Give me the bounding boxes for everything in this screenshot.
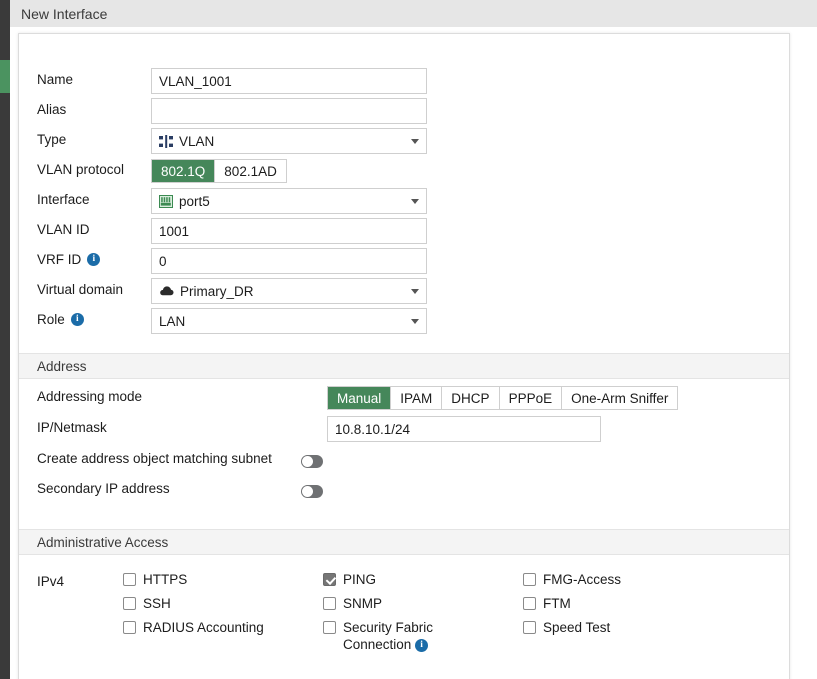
role-label-text: Role [37,312,65,327]
vlan-icon [159,134,173,148]
page-title: New Interface [21,5,108,22]
checkbox-label: SSH [143,596,171,611]
admin-access-section-title: Administrative Access [37,534,169,550]
checkbox-box[interactable] [123,597,136,610]
checkbox-label: PING [343,572,377,587]
role-dropdown[interactable]: LAN [151,308,427,334]
checkbox-box[interactable] [523,573,536,586]
virtual-domain-value: Primary_DR [180,283,254,299]
create-address-object-label: Create address object matching subnet [37,451,272,466]
type-dropdown[interactable]: VLAN [151,128,427,154]
vlan-protocol-segmented[interactable]: 802.1Q 802.1AD [151,159,287,183]
chevron-down-icon [411,199,419,204]
ip-netmask-label: IP/Netmask [37,420,107,435]
chevron-down-icon [411,319,419,324]
dialog-title-bar: New Interface [10,0,817,27]
info-icon[interactable] [70,313,84,326]
interface-dropdown[interactable]: port5 [151,188,427,214]
type-value: VLAN [179,133,215,149]
checkbox-box[interactable] [323,597,336,610]
secondary-ip-toggle[interactable] [301,485,323,498]
vlan-protocol-label: VLAN protocol [37,162,125,177]
checkbox-https[interactable]: HTTPS [123,571,187,588]
name-label: Name [37,72,74,87]
admin-access-section-header: Administrative Access [19,529,789,555]
vlan-id-input[interactable]: 1001 [151,218,427,244]
role-value: LAN [159,313,186,329]
virtual-domain-label: Virtual domain [37,282,124,297]
checkbox-box[interactable] [323,573,336,586]
checkbox-ping[interactable]: PING [323,571,376,588]
nav-rail-active-indicator [0,60,10,93]
address-section-header: Address [19,353,789,379]
addressing-mode-option-manual[interactable]: Manual [328,387,392,409]
create-address-object-toggle[interactable] [301,455,323,468]
checkbox-box[interactable] [123,621,136,634]
checkbox-box[interactable] [523,597,536,610]
checkbox-radius-accounting[interactable]: RADIUS Accounting [123,619,264,636]
checkbox-label: Speed Test [543,620,611,635]
addressing-mode-label: Addressing mode [37,389,143,404]
checkbox-label: HTTPS [143,572,188,587]
interface-label: Interface [37,192,90,207]
addressing-mode-segmented[interactable]: Manual IPAM DHCP PPPoE One-Arm Sniffer [327,386,679,410]
checkbox-box[interactable] [523,621,536,634]
addressing-mode-option-one-arm-sniffer[interactable]: One-Arm Sniffer [562,387,677,409]
checkbox-ssh[interactable]: SSH [123,595,171,612]
cloud-icon [159,285,174,297]
checkbox-box[interactable] [323,621,336,634]
checkbox-label: RADIUS Accounting [143,620,264,635]
checkbox-box[interactable] [123,573,136,586]
checkbox-security-fabric-connection[interactable]: Security Fabric Connection [323,619,463,653]
checkbox-snmp[interactable]: SNMP [323,595,382,612]
vlan-id-value: 1001 [159,223,190,239]
alias-input[interactable] [151,98,427,124]
ipv4-label: IPv4 [37,574,65,589]
name-input-value: VLAN_1001 [159,73,232,89]
checkbox-speed-test[interactable]: Speed Test [523,619,610,636]
checkbox-label: FMG-Access [543,572,622,587]
form-panel: Name VLAN_1001 Alias Type VLAN VLAN prot… [18,33,790,679]
new-interface-dialog: New Interface Name VLAN_1001 Alias Type [0,0,817,679]
type-label: Type [37,132,67,147]
checkbox-ftm[interactable]: FTM [523,595,571,612]
virtual-domain-dropdown[interactable]: Primary_DR [151,278,427,304]
addressing-mode-option-ipam[interactable]: IPAM [391,387,443,409]
chevron-down-icon [411,289,419,294]
addressing-mode-option-dhcp[interactable]: DHCP [442,387,500,409]
vrf-id-value: 0 [159,253,167,269]
vrf-id-label-text: VRF ID [37,252,82,267]
ethernet-port-icon [159,194,173,208]
ip-netmask-input[interactable]: 10.8.10.1/24 [327,416,601,442]
info-icon[interactable] [87,253,101,266]
vrf-id-input[interactable]: 0 [151,248,427,274]
alias-label: Alias [37,102,67,117]
vlan-protocol-option-8021ad[interactable]: 802.1AD [215,160,286,182]
info-icon[interactable] [415,638,429,652]
checkbox-label: SNMP [343,596,383,611]
name-input[interactable]: VLAN_1001 [151,68,427,94]
interface-value: port5 [179,193,210,209]
vrf-id-label: VRF ID [37,252,101,267]
vlan-protocol-option-8021q[interactable]: 802.1Q [152,160,216,182]
address-section-title: Address [37,358,87,374]
addressing-mode-option-pppoe[interactable]: PPPoE [500,387,563,409]
secondary-ip-label: Secondary IP address [37,481,170,496]
vlan-id-label: VLAN ID [37,222,90,237]
role-label: Role [37,312,84,327]
ip-netmask-value: 10.8.10.1/24 [335,421,411,437]
nav-rail [0,0,10,679]
checkbox-fmg-access[interactable]: FMG-Access [523,571,621,588]
chevron-down-icon [411,139,419,144]
checkbox-label: FTM [543,596,571,611]
